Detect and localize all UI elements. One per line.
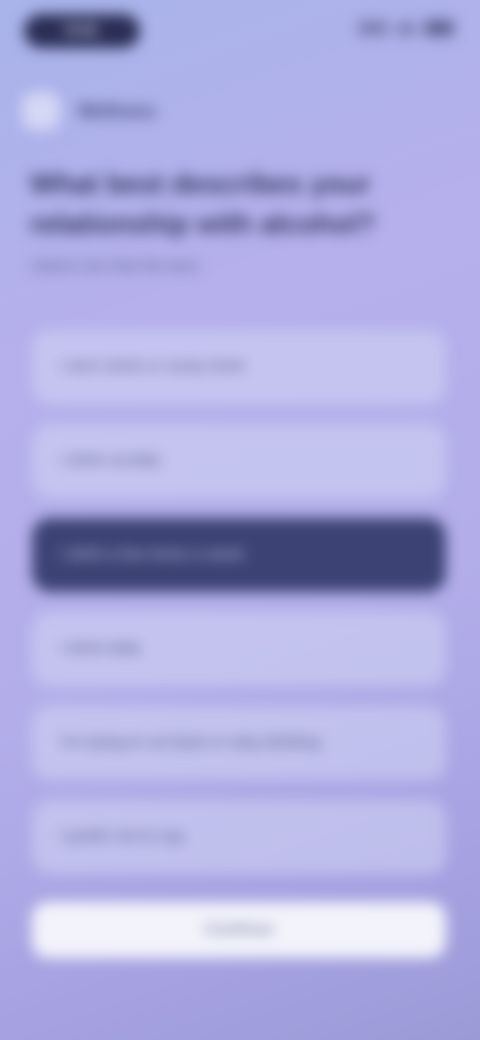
app-logo-icon	[22, 92, 60, 130]
wifi-icon	[396, 21, 416, 35]
answer-option[interactable]: I don't drink or rarely drink	[32, 330, 446, 404]
app-name: Wellness	[78, 100, 156, 121]
continue-button[interactable]: Continue	[32, 902, 446, 958]
status-icons	[358, 20, 454, 36]
answer-option-label: I don't drink or rarely drink	[60, 358, 245, 375]
continue-button-label: Continue	[204, 921, 274, 938]
signal-icon	[358, 21, 388, 35]
answer-option-label: I drink socially	[60, 452, 161, 469]
answer-option-label: I'm trying to cut back or stop drinking	[60, 734, 321, 751]
answer-option[interactable]: I prefer not to say	[32, 800, 446, 874]
answer-options: I don't drink or rarely drink I drink so…	[32, 330, 446, 894]
question-subtitle: Select one that fits best	[32, 258, 199, 275]
status-time: 9:41	[24, 14, 140, 48]
answer-option[interactable]: I drink daily	[32, 612, 446, 686]
battery-icon	[424, 20, 454, 36]
answer-option-label: I drink daily	[60, 640, 141, 657]
app-header: Wellness	[22, 92, 156, 130]
question-title: What best describes your relationship wi…	[30, 168, 376, 239]
answer-option-selected[interactable]: I drink a few times a week	[32, 518, 446, 592]
blurred-content: 9:41 Wellness What best describes your r…	[0, 0, 480, 1040]
answer-option[interactable]: I drink socially	[32, 424, 446, 498]
answer-option-label: I prefer not to say	[60, 828, 185, 845]
status-bar: 9:41	[0, 0, 480, 60]
screen: 9:41 Wellness What best describes your r…	[0, 0, 480, 1040]
answer-option-label: I drink a few times a week	[60, 546, 245, 563]
answer-option[interactable]: I'm trying to cut back or stop drinking	[32, 706, 446, 780]
